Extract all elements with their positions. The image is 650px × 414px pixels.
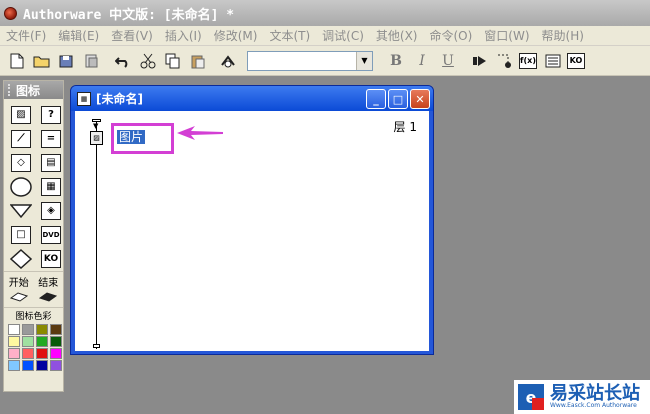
dvd-icon[interactable]: DVD	[40, 225, 62, 244]
flowline-window-title: [未命名]	[96, 92, 143, 106]
color-swatch[interactable]	[8, 336, 20, 347]
icon-title-label[interactable]: 图片	[117, 130, 146, 144]
menu-other[interactable]: 其他(X)	[370, 27, 424, 44]
menu-edit[interactable]: 编辑(E)	[52, 27, 105, 44]
italic-button[interactable]: I	[411, 50, 433, 72]
color-swatch[interactable]	[8, 360, 20, 371]
erase-icon[interactable]: ◇	[10, 153, 32, 172]
menu-command[interactable]: 命令(O)	[423, 27, 478, 44]
icon-palette: 图标 ▨ ? ⟋ = ◇ ▤ ▦ ◈ □ DVD KO 开始 结束 图标色彩	[3, 80, 64, 392]
color-swatch[interactable]	[22, 360, 34, 371]
window-controls: _ □ ✕	[366, 89, 430, 109]
menu-help[interactable]: 帮助(H)	[536, 27, 590, 44]
menu-debug[interactable]: 调试(C)	[316, 27, 370, 44]
watermark-logo-icon: e	[518, 384, 544, 410]
color-swatch[interactable]	[8, 324, 20, 335]
color-swatch[interactable]	[36, 360, 48, 371]
menu-file[interactable]: 文件(F)	[0, 27, 52, 44]
sound-icon[interactable]: ◈	[40, 201, 62, 220]
menu-window[interactable]: 窗口(W)	[478, 27, 535, 44]
color-swatch[interactable]	[50, 336, 62, 347]
icon-color-label: 图标色彩	[4, 307, 63, 322]
toolbar: ▼ B I U f(x) KO	[0, 46, 650, 76]
color-swatch[interactable]	[22, 324, 34, 335]
flowline	[96, 121, 97, 349]
level-indicator: 层 1	[393, 120, 417, 134]
authorware-logo-icon	[4, 6, 17, 20]
knowledge-object-icon[interactable]: KO	[40, 249, 62, 268]
color-swatch[interactable]	[50, 324, 62, 335]
cut-icon[interactable]	[137, 50, 159, 72]
color-swatch[interactable]	[36, 324, 48, 335]
color-swatch[interactable]	[50, 360, 62, 371]
minimize-button[interactable]: _	[366, 89, 386, 109]
map-icon[interactable]: □	[10, 225, 32, 244]
color-swatch[interactable]	[22, 336, 34, 347]
menu-insert[interactable]: 插入(I)	[159, 27, 208, 44]
variables-icon[interactable]	[542, 50, 564, 72]
movie-icon[interactable]: ▦	[40, 177, 62, 196]
site-watermark: e 易采站长站 Www.Easck.Com Authorware	[514, 380, 650, 414]
text-style-select[interactable]: ▼	[247, 50, 373, 71]
underline-button[interactable]: U	[437, 50, 459, 72]
motion-icon[interactable]: ⟋	[10, 129, 32, 148]
display-icon-node[interactable]: ▨	[90, 131, 103, 145]
watermark-name: 易采站长站	[550, 383, 640, 404]
new-file-icon[interactable]	[6, 50, 28, 72]
calculation-icon[interactable]: =	[40, 129, 62, 148]
chevron-down-icon[interactable]: ▼	[356, 51, 372, 70]
color-swatch[interactable]	[36, 336, 48, 347]
bold-button[interactable]: B	[385, 50, 407, 72]
decision-icon[interactable]	[10, 201, 32, 220]
maximize-button[interactable]: □	[388, 89, 408, 109]
palette-grid: ▨ ? ⟋ = ◇ ▤ ▦ ◈ □ DVD KO	[4, 99, 63, 269]
app-titlebar: Authorware 中文版: [未命名] *	[0, 0, 650, 26]
framework-icon[interactable]: ▤	[40, 153, 62, 172]
open-folder-icon[interactable]	[31, 50, 53, 72]
undo-icon[interactable]	[112, 50, 134, 72]
color-swatch[interactable]	[22, 348, 34, 359]
control-panel-icon[interactable]	[494, 50, 516, 72]
functions-button[interactable]: f(x)	[519, 52, 537, 69]
find-icon[interactable]	[218, 50, 240, 72]
close-button[interactable]: ✕	[410, 89, 430, 109]
palette-title: 图标	[16, 83, 41, 98]
display-icon[interactable]: ▨	[10, 105, 32, 124]
interaction-icon[interactable]: ?	[40, 105, 62, 124]
menu-view[interactable]: 查看(V)	[105, 27, 159, 44]
start-end-labels: 开始 结束	[4, 271, 63, 289]
ko-icon-label: KO	[41, 249, 61, 268]
color-swatch[interactable]	[8, 348, 20, 359]
palette-header[interactable]: 图标	[4, 81, 63, 99]
import-icon[interactable]	[81, 50, 103, 72]
app-title: Authorware 中文版: [未命名] *	[23, 7, 235, 23]
color-swatches	[4, 322, 63, 371]
annotation-arrow-icon	[175, 125, 225, 144]
save-all-icon[interactable]	[56, 50, 78, 72]
start-flag-label: 开始	[8, 278, 29, 289]
flag-row	[4, 289, 63, 305]
dvd-icon-label: DVD	[41, 225, 61, 244]
menu-bar: 文件(F) 编辑(E) 查看(V) 插入(I) 修改(M) 文本(T) 调试(C…	[0, 26, 650, 46]
end-flag-label: 结束	[38, 278, 59, 289]
end-flag-icon[interactable]	[39, 290, 58, 305]
flowline-window: ▦ [未命名] _ □ ✕ ▼ ▨ 图片 层 1	[70, 85, 434, 355]
flowline-doc-icon: ▦	[77, 91, 91, 106]
menu-modify[interactable]: 修改(M)	[208, 27, 264, 44]
menu-text[interactable]: 文本(T)	[263, 27, 316, 44]
color-swatch[interactable]	[50, 348, 62, 359]
grip-icon[interactable]	[8, 84, 12, 96]
navigate-icon[interactable]	[10, 248, 32, 269]
color-swatch[interactable]	[36, 348, 48, 359]
wait-icon[interactable]	[10, 176, 32, 197]
knowledge-objects-button[interactable]: KO	[567, 52, 585, 69]
paste-icon[interactable]	[187, 50, 209, 72]
watermark-sub: Www.Easck.Com Authorware	[550, 402, 637, 409]
copy-icon[interactable]	[162, 50, 184, 72]
flowline-end-marker	[93, 344, 100, 348]
flowline-canvas[interactable]: ▼ ▨ 图片 层 1	[75, 111, 429, 351]
start-flag-icon[interactable]	[9, 290, 28, 305]
restart-icon[interactable]	[469, 50, 491, 72]
